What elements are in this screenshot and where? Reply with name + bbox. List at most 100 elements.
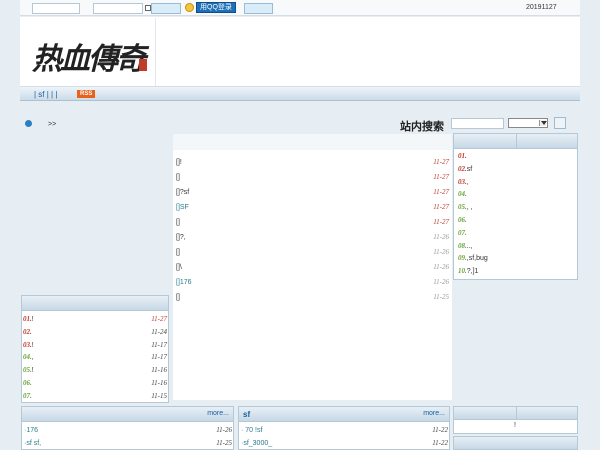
list-item-title[interactable]: [] <box>176 249 180 256</box>
rank-item-text[interactable]: ,sf,bug <box>467 255 488 262</box>
list-item[interactable]: ·176 11-26 <box>24 424 232 437</box>
rank-item[interactable]: 04., 11-17 <box>23 351 167 364</box>
rank-item[interactable]: 06. <box>458 214 576 227</box>
search-type-select[interactable] <box>508 118 548 128</box>
rank-item[interactable]: 05.! 11-16 <box>23 364 167 377</box>
rank-item-date: 11-16 <box>151 366 167 375</box>
rank-number: 07. <box>458 228 467 237</box>
list-item-title[interactable]: [] <box>176 294 180 301</box>
rank-item[interactable]: 03., <box>458 176 576 189</box>
list-item[interactable]: []176 11-26 <box>176 275 449 290</box>
rank-number: 01. <box>458 152 467 160</box>
list-item-date: 11-26 <box>433 263 449 271</box>
rank-item[interactable]: 10.?,]1 <box>458 265 576 278</box>
rank-item[interactable]: 03.! 11-17 <box>23 339 167 352</box>
rank-item-text[interactable]: ?,]1 <box>467 268 479 275</box>
rank-item[interactable]: 05., , <box>458 201 576 214</box>
rank-item-text[interactable]: , <box>32 354 34 361</box>
rank-item-text[interactable]: .., <box>467 243 473 250</box>
nav-links[interactable]: | sf | | | <box>34 90 57 99</box>
list-item[interactable]: ·sf_3000_ 11-22 <box>241 437 448 450</box>
search-button[interactable] <box>554 117 566 129</box>
list-item[interactable]: · 70 !sf 11-22 <box>241 424 448 437</box>
rank-item-text[interactable]: ! <box>32 342 34 349</box>
right-rank-list: 01. 02.sf 03., 04. 05., , 06. 07. 08..., 09.,sf,… <box>458 150 576 278</box>
chevron-down-icon <box>540 121 547 125</box>
list-item[interactable]: ·sf sf, 11-25 <box>24 437 232 450</box>
rank-item[interactable]: 02. 11-24 <box>23 326 167 339</box>
rank-item-date: 11-24 <box>151 327 167 336</box>
list-item-title[interactable]: ·sf sf, <box>24 440 41 447</box>
logo[interactable]: 热血傳奇 <box>22 18 156 86</box>
breadcrumb-arrow: >> <box>48 121 57 128</box>
rank-item[interactable]: 01.! 11-27 <box>23 313 167 326</box>
bottom-mid-header: sf more... <box>238 406 450 422</box>
rank-item-date: 11-17 <box>151 353 167 362</box>
list-item-title[interactable]: []\ <box>176 264 182 271</box>
rank-number: 06. <box>458 215 467 224</box>
list-item[interactable]: [] 11-26 <box>176 245 449 260</box>
list-item[interactable]: [] 11-25 <box>176 290 449 305</box>
rank-item[interactable]: 08..., <box>458 240 576 253</box>
username-input[interactable] <box>32 3 80 14</box>
rank-item[interactable]: 02.sf <box>458 163 576 176</box>
rank-number: 03. <box>23 340 32 349</box>
select-arrow-box <box>539 120 547 126</box>
right-rank-header <box>453 133 578 149</box>
list-item-title[interactable]: []! <box>176 159 182 166</box>
list-item-title[interactable]: ·sf_3000_ <box>241 440 272 447</box>
list-item-title[interactable]: []?sf <box>176 189 189 196</box>
rank-item-text[interactable]: , <box>467 179 469 186</box>
left-rank-header <box>21 295 169 311</box>
list-item[interactable]: [] 11-27 <box>176 170 449 185</box>
list-item-date: 11-27 <box>433 173 449 181</box>
list-item-date: 11-26 <box>433 278 449 286</box>
list-item-date: 11-27 <box>433 203 449 211</box>
main-list: []! 11-27 [] 11-27 []?sf 11-27 []SF 11-27 [] 11-2… <box>176 155 449 305</box>
list-item[interactable]: []?, 11-26 <box>176 230 449 245</box>
list-item-title[interactable]: · 70 !sf <box>241 427 262 434</box>
rank-item[interactable]: 07. <box>458 227 576 240</box>
search-input[interactable] <box>451 118 504 129</box>
list-item-date: 11-27 <box>433 188 449 196</box>
list-item-title[interactable]: []176 <box>176 279 192 286</box>
rank-item[interactable]: 01. <box>458 150 576 163</box>
rank-item[interactable]: 09.,sf,bug <box>458 252 576 265</box>
list-item[interactable]: [] 11-27 <box>176 215 449 230</box>
rank-item-text[interactable]: sf <box>467 166 472 173</box>
list-item-title[interactable]: []?, <box>176 234 186 241</box>
rank-number: 03. <box>458 177 467 186</box>
rank-item-text[interactable]: ! <box>32 316 34 323</box>
bottom-left-more-link[interactable]: more... <box>207 410 229 417</box>
bottom-right-second-header <box>453 436 578 450</box>
list-item[interactable]: []SF 11-27 <box>176 200 449 215</box>
rank-item-text[interactable]: ! <box>32 367 34 374</box>
rank-item-date: 11-16 <box>151 378 167 387</box>
list-item-date: 11-26 <box>216 426 232 434</box>
rank-number: 07. <box>23 391 32 400</box>
password-input[interactable] <box>93 3 143 14</box>
rank-item[interactable]: 06. 11-16 <box>23 377 167 390</box>
list-item-title[interactable]: []SF <box>176 204 189 211</box>
rss-badge[interactable]: RSS <box>77 90 96 98</box>
rank-number: 06. <box>23 378 32 387</box>
main-list-header <box>173 134 452 150</box>
bottom-left-list: ·176 11-26 ·sf sf, 11-25 <box>24 424 232 450</box>
bottom-mid-more-link[interactable]: more... <box>423 410 445 417</box>
rank-number: 01. <box>23 315 32 323</box>
qq-login-button[interactable]: 用QQ登录 <box>196 2 236 13</box>
list-item-title[interactable]: [] <box>176 219 180 226</box>
list-item[interactable]: []?sf 11-27 <box>176 185 449 200</box>
list-item-title[interactable]: [] <box>176 174 180 181</box>
list-item-date: 11-25 <box>433 293 449 301</box>
rank-item[interactable]: 07. 11-15 <box>23 390 167 403</box>
register-button[interactable] <box>244 3 273 14</box>
login-button[interactable] <box>151 3 181 14</box>
list-item-title[interactable]: ·176 <box>24 427 38 434</box>
list-item[interactable]: []\ 11-26 <box>176 260 449 275</box>
rank-number: 04. <box>458 190 467 199</box>
left-rank-list: 01.! 11-27 02. 11-24 03.! 11-17 04., 11-17 05.! 1… <box>23 313 167 403</box>
rank-item-text[interactable]: , , <box>467 204 473 211</box>
rank-item[interactable]: 04. <box>458 188 576 201</box>
list-item[interactable]: []! 11-27 <box>176 155 449 170</box>
